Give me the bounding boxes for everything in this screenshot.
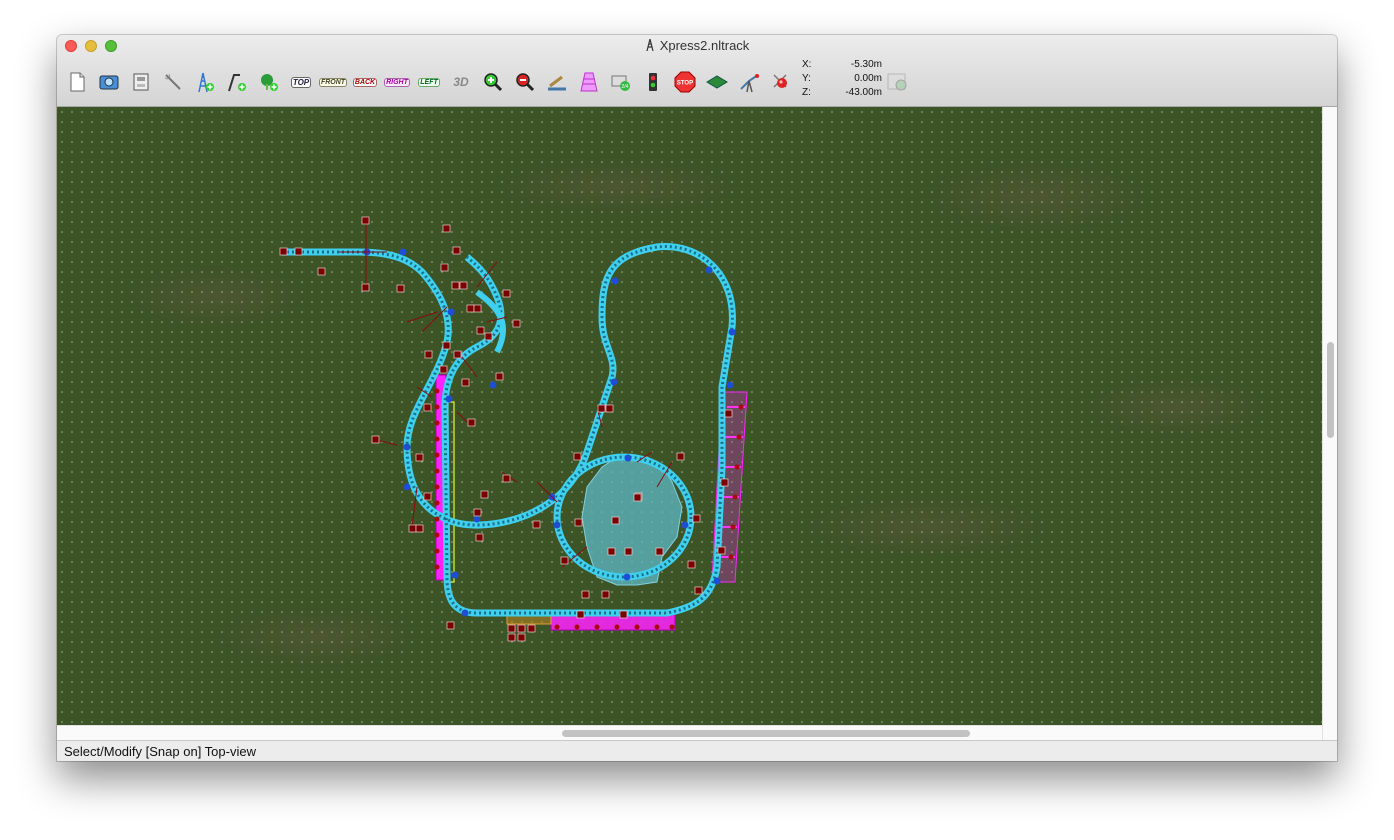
- add-support-button[interactable]: [193, 70, 217, 94]
- zoom-out-button[interactable]: [513, 70, 537, 94]
- horizontal-scrollbar[interactable]: [57, 725, 1322, 741]
- status-text: Select/Modify [Snap on] Top-view: [64, 744, 256, 759]
- vertical-scrollbar[interactable]: [1322, 107, 1337, 740]
- new-document-button[interactable]: [65, 70, 89, 94]
- window-title: Xpress2.nltrack: [57, 38, 1337, 53]
- lift-hill-icon: [548, 75, 566, 91]
- x-value: -5.30m: [850, 59, 882, 70]
- zoom-out-icon: [516, 73, 535, 92]
- z-value: -43.00m: [845, 87, 882, 98]
- open-scenery-icon: [99, 75, 119, 90]
- view-back-button[interactable]: BACK: [352, 70, 378, 94]
- select-wand-icon: [164, 73, 181, 90]
- select-tool-button[interactable]: [161, 70, 185, 94]
- view-front-button[interactable]: FRONT: [318, 70, 348, 94]
- add-track-button[interactable]: [225, 70, 249, 94]
- top-view-scene[interactable]: [57, 107, 1322, 725]
- tree-add-icon: [261, 74, 278, 91]
- stop-brake-button[interactable]: STOP: [673, 70, 697, 94]
- catwalk-button[interactable]: [737, 70, 761, 94]
- view-top-button[interactable]: TOP: [289, 70, 313, 94]
- station-button[interactable]: [577, 70, 601, 94]
- support-tower-icon: [198, 72, 214, 93]
- station-icon: [580, 72, 598, 92]
- scenery-settings-icon: [887, 73, 907, 91]
- track-document-icon: [646, 39, 654, 51]
- view-front-label: FRONT: [318, 77, 348, 87]
- horizontal-scroll-thumb[interactable]: [562, 730, 970, 737]
- transfer-section-icon: 2/4: [611, 75, 630, 91]
- track-editor-canvas[interactable]: [57, 107, 1322, 725]
- terrain-button[interactable]: [705, 70, 729, 94]
- marker-button[interactable]: [769, 70, 793, 94]
- app-window: Xpress2.nltrack TOP FRONT BACK RIGHT LEF…: [57, 35, 1337, 761]
- terrain-icon: [706, 75, 728, 89]
- view-right-label: RIGHT: [384, 77, 410, 87]
- save-file-button[interactable]: [129, 70, 153, 94]
- snap-grid: [57, 107, 1322, 725]
- transfer-section-button[interactable]: 2/4: [609, 70, 633, 94]
- view-back-label: BACK: [352, 77, 378, 87]
- add-tree-button[interactable]: [257, 70, 281, 94]
- new-document-icon: [70, 72, 85, 92]
- view-3d-button[interactable]: 3D: [449, 70, 473, 94]
- stop-sign-icon: STOP: [674, 71, 696, 93]
- block-signal-button[interactable]: [641, 70, 665, 94]
- y-value: 0.00m: [854, 73, 882, 84]
- open-scenery-button[interactable]: [97, 70, 121, 94]
- zoom-in-icon: [484, 73, 503, 92]
- scenery-disabled-button[interactable]: [885, 70, 909, 94]
- y-label: Y:: [802, 73, 811, 84]
- zoom-in-button[interactable]: [481, 70, 505, 94]
- coordinate-readout: X: -5.30m Y: 0.00m Z: -43.00m: [802, 59, 882, 101]
- view-left-button[interactable]: LEFT: [417, 70, 441, 94]
- stop-sign-text: STOP: [677, 81, 693, 87]
- track-add-icon: [228, 74, 246, 92]
- window-title-text: Xpress2.nltrack: [659, 38, 750, 53]
- status-bar: Select/Modify [Snap on] Top-view: [57, 740, 1337, 761]
- marker-pin-icon: [773, 74, 787, 88]
- x-label: X:: [802, 59, 812, 70]
- svg-text:2/4: 2/4: [622, 84, 629, 90]
- view-top-label: TOP: [290, 76, 312, 88]
- vertical-scroll-thumb[interactable]: [1327, 342, 1334, 438]
- lift-hill-button[interactable]: [545, 70, 569, 94]
- traffic-light-icon: [649, 73, 657, 91]
- title-bar: Xpress2.nltrack TOP FRONT BACK RIGHT LEF…: [57, 35, 1337, 107]
- z-label: Z:: [802, 87, 811, 98]
- view-left-label: LEFT: [418, 77, 440, 87]
- save-file-icon: [133, 73, 149, 91]
- view-right-button[interactable]: RIGHT: [384, 70, 410, 94]
- catwalk-icon: [740, 74, 759, 93]
- view-3d-label: 3D: [453, 75, 469, 89]
